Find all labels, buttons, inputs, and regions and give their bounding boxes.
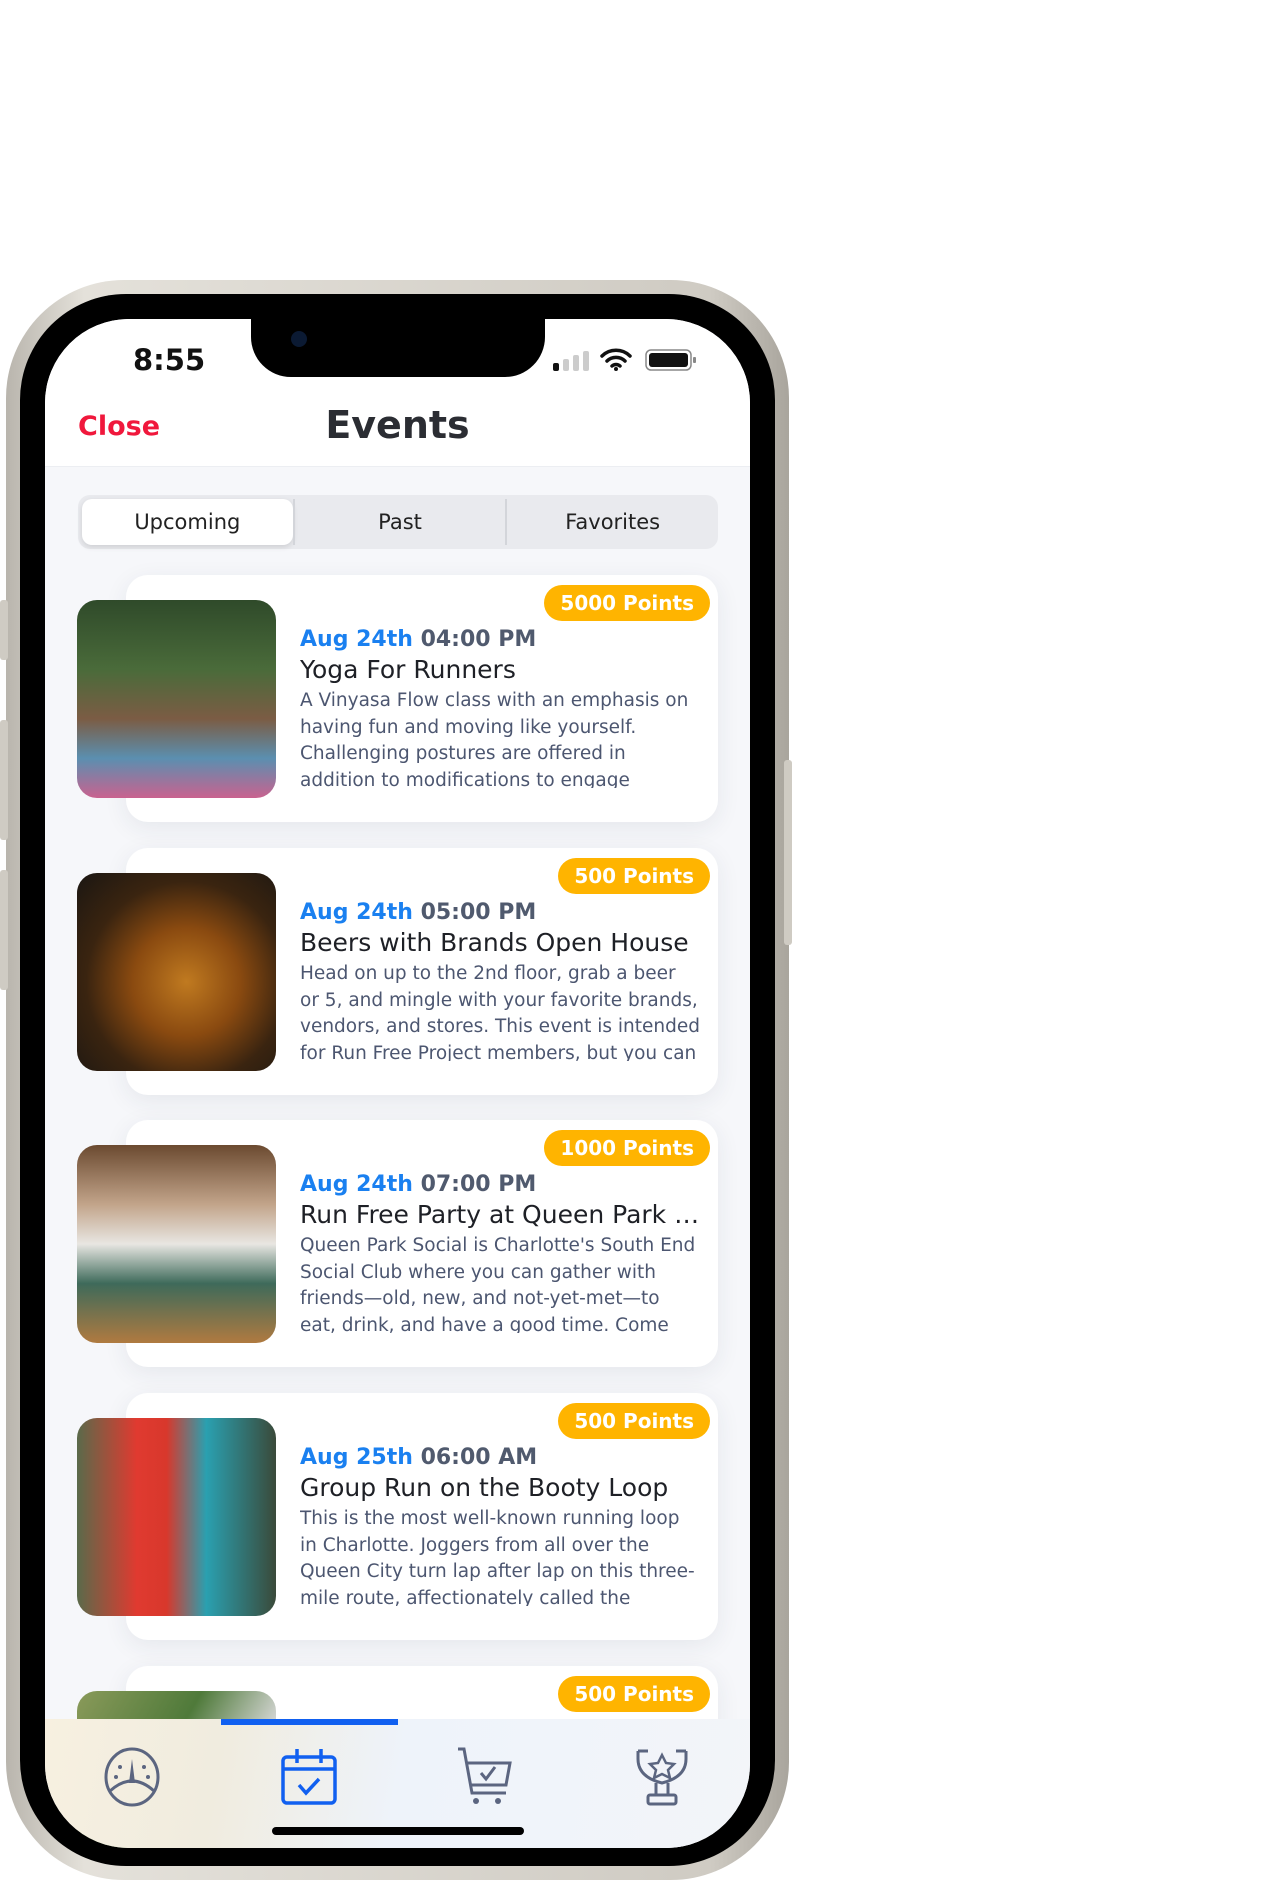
event-card[interactable]: 1000 Points Aug 24th 07:00 PM Run Free P… bbox=[77, 1120, 718, 1367]
segment-past[interactable]: Past bbox=[292, 499, 506, 545]
event-datetime: Aug 24th 05:00 PM bbox=[300, 900, 700, 925]
segment-favorites[interactable]: Favorites bbox=[505, 499, 718, 545]
cellular-signal-icon bbox=[553, 351, 589, 371]
wifi-icon bbox=[600, 348, 632, 371]
side-button bbox=[0, 870, 8, 990]
event-datetime: Aug 25th 06:00 AM bbox=[300, 1445, 700, 1470]
event-description: This is the most well-known running loop… bbox=[300, 1508, 695, 1606]
status-time: 8:55 bbox=[133, 343, 206, 377]
points-badge: 500 Points bbox=[558, 1403, 710, 1439]
home-indicator[interactable] bbox=[272, 1827, 524, 1835]
event-image bbox=[77, 1145, 276, 1343]
event-time: 06:00 AM bbox=[420, 1445, 538, 1470]
points-badge: 500 Points bbox=[558, 1676, 710, 1712]
page-title: Events bbox=[325, 403, 470, 447]
event-datetime: Aug 24th 04:00 PM bbox=[300, 627, 700, 652]
cart-check-icon[interactable] bbox=[456, 1747, 516, 1807]
header: 8:55 Close Events bbox=[45, 319, 750, 467]
trophy-icon[interactable] bbox=[632, 1747, 692, 1807]
event-card[interactable]: 500 Points Aug 25th 06:00 AM Group Run o… bbox=[77, 1393, 718, 1640]
event-time: 04:00 PM bbox=[420, 627, 537, 652]
calendar-check-icon[interactable] bbox=[279, 1747, 339, 1807]
event-card[interactable]: 500 Points Aug 24th 05:00 PM Beers with … bbox=[77, 848, 718, 1095]
segment-upcoming[interactable]: Upcoming bbox=[82, 499, 293, 545]
event-image bbox=[77, 600, 276, 798]
segmented-control: Upcoming Past Favorites bbox=[78, 495, 718, 549]
event-date: Aug 24th bbox=[300, 900, 413, 925]
battery-icon bbox=[645, 349, 696, 371]
event-title: Run Free Party at Queen Park Social bbox=[300, 1200, 700, 1229]
event-date: Aug 25th bbox=[300, 1445, 413, 1470]
event-image bbox=[77, 873, 276, 1071]
event-description: Head on up to the 2nd floor, grab a beer… bbox=[300, 963, 700, 1061]
event-title: Yoga For Runners bbox=[300, 655, 516, 684]
event-date: Aug 24th bbox=[300, 627, 413, 652]
event-title: Group Run on the Booty Loop bbox=[300, 1473, 669, 1502]
side-button bbox=[0, 600, 8, 660]
notch bbox=[251, 319, 545, 377]
event-time: 07:00 PM bbox=[420, 1172, 537, 1197]
screen: 8:55 Close Events Upcoming Past Favorite… bbox=[45, 319, 750, 1848]
event-description: Queen Park Social is Charlotte's South E… bbox=[300, 1235, 696, 1333]
tab-bar bbox=[45, 1719, 750, 1848]
event-title: Beers with Brands Open House bbox=[300, 928, 689, 957]
event-image bbox=[77, 1418, 276, 1616]
active-tab-indicator bbox=[221, 1719, 398, 1725]
event-description: A Vinyasa Flow class with an emphasis on… bbox=[300, 690, 689, 788]
points-badge: 5000 Points bbox=[544, 585, 710, 621]
points-badge: 500 Points bbox=[558, 858, 710, 894]
side-button bbox=[0, 720, 8, 840]
points-badge: 1000 Points bbox=[544, 1130, 710, 1166]
side-button bbox=[784, 760, 792, 945]
event-datetime: Aug 24th 07:00 PM bbox=[300, 1172, 700, 1197]
event-time: 05:00 PM bbox=[420, 900, 537, 925]
event-card[interactable]: 5000 Points Aug 24th 04:00 PM Yoga For R… bbox=[77, 575, 718, 822]
event-date: Aug 24th bbox=[300, 1172, 413, 1197]
dashboard-gauge-icon[interactable] bbox=[102, 1747, 162, 1807]
